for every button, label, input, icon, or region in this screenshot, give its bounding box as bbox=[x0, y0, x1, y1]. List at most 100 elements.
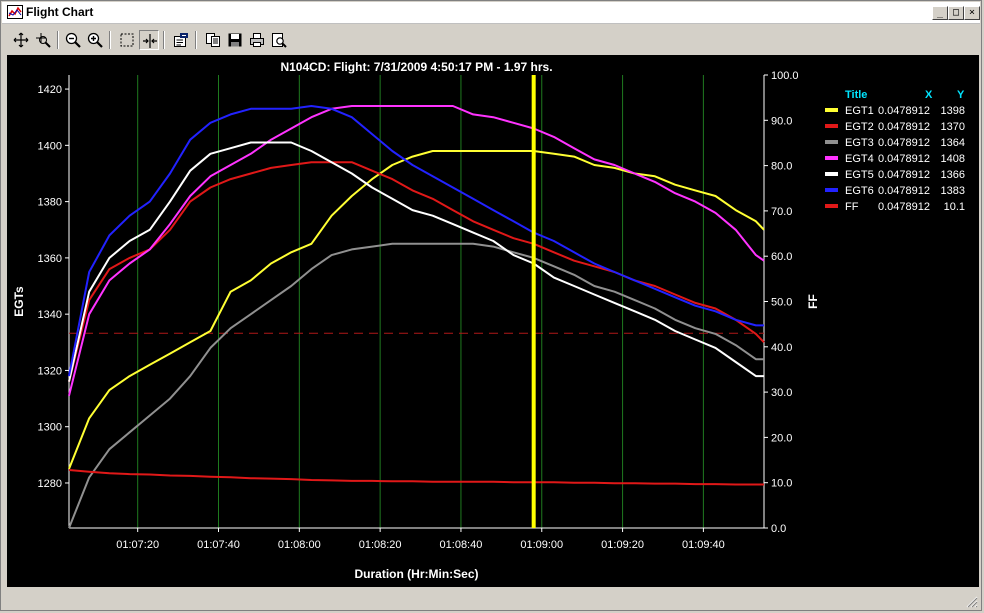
x-tick-label: 01:07:20 bbox=[116, 539, 159, 551]
x-tick-label: 01:08:40 bbox=[440, 539, 483, 551]
legend-entry-y: 10.1 bbox=[944, 201, 965, 213]
y2-tick-label: 20.0 bbox=[771, 432, 792, 444]
y2-tick-label: 30.0 bbox=[771, 387, 792, 399]
legend-entry-y: 1366 bbox=[941, 169, 965, 181]
maximize-button[interactable]: □ bbox=[948, 6, 964, 20]
legend-entry-y: 1383 bbox=[941, 185, 965, 197]
legend-entry-name: EGT1 bbox=[845, 105, 874, 117]
legend-entry-y: 1398 bbox=[941, 105, 965, 117]
title-bar[interactable]: Flight Chart _ □ × bbox=[2, 2, 980, 24]
series-line-ff bbox=[68, 469, 764, 486]
y2-tick-label: 60.0 bbox=[771, 251, 792, 263]
legend-entry-y: 1364 bbox=[941, 137, 965, 149]
legend-swatch-egt2 bbox=[825, 124, 838, 128]
toolbar-separator bbox=[195, 31, 197, 49]
zoom-box-icon bbox=[36, 33, 51, 48]
y2-tick-label: 0.0 bbox=[771, 523, 786, 535]
toolbar-separator bbox=[109, 31, 111, 49]
legend-entry-x: 0.0478912 bbox=[878, 137, 930, 149]
legend-entry-x: 0.0478912 bbox=[878, 169, 930, 181]
legend-entry-x: 0.0478912 bbox=[878, 121, 930, 133]
legend-entry-name: FF bbox=[845, 201, 859, 213]
y2-tick-label: 10.0 bbox=[771, 478, 792, 490]
save-icon bbox=[228, 33, 242, 47]
y-axis-label: EGTs bbox=[12, 286, 26, 317]
status-bar bbox=[2, 591, 980, 610]
close-button[interactable]: × bbox=[964, 6, 980, 20]
legend-entry-name: EGT5 bbox=[845, 169, 874, 181]
zoom-out-button[interactable] bbox=[63, 30, 83, 50]
save-button[interactable] bbox=[225, 30, 245, 50]
chart-toolbar bbox=[5, 27, 979, 53]
zoom-box-button[interactable] bbox=[33, 30, 53, 50]
legend-entry-name: EGT2 bbox=[845, 121, 874, 133]
cursor-line-button[interactable] bbox=[139, 30, 159, 50]
chart-area[interactable]: N104CD: Flight: 7/31/2009 4:50:17 PM - 1… bbox=[7, 55, 979, 587]
y2-tick-label: 80.0 bbox=[771, 161, 792, 173]
minimize-button[interactable]: _ bbox=[932, 6, 948, 20]
series-line-egt6 bbox=[68, 105, 764, 377]
legend-swatch-egt1 bbox=[825, 108, 838, 112]
series-line-egt1 bbox=[68, 150, 765, 470]
y-tick-label: 1360 bbox=[38, 253, 62, 265]
print-icon bbox=[250, 33, 264, 47]
series-line-egt3 bbox=[68, 242, 764, 529]
legend-entry-x: 0.0478912 bbox=[878, 185, 930, 197]
legend-entry-x: 0.0478912 bbox=[878, 105, 930, 117]
y-tick-label: 1340 bbox=[38, 309, 62, 321]
y-tick-label: 1400 bbox=[38, 140, 62, 152]
legend-entry-name: EGT3 bbox=[845, 137, 874, 149]
x-tick-label: 01:09:20 bbox=[601, 539, 644, 551]
y2-axis-label: FF bbox=[806, 294, 820, 309]
properties-button[interactable] bbox=[171, 30, 191, 50]
toolbar-separator bbox=[163, 31, 165, 49]
y-tick-label: 1280 bbox=[38, 478, 62, 490]
x-tick-label: 01:08:00 bbox=[278, 539, 321, 551]
y2-tick-label: 50.0 bbox=[771, 297, 792, 309]
zoom-in-icon bbox=[87, 32, 103, 48]
y2-tick-label: 40.0 bbox=[771, 342, 792, 354]
print-preview-icon bbox=[272, 33, 287, 48]
print-preview-button[interactable] bbox=[269, 30, 289, 50]
select-box-icon bbox=[120, 33, 134, 47]
legend-entry-name: EGT6 bbox=[845, 185, 874, 197]
print-button[interactable] bbox=[247, 30, 267, 50]
legend-entry-name: EGT4 bbox=[845, 153, 874, 165]
toolbar-separator bbox=[57, 31, 59, 49]
y2-tick-label: 100.0 bbox=[771, 70, 799, 82]
y2-tick-label: 90.0 bbox=[771, 115, 792, 127]
x-tick-label: 01:09:00 bbox=[520, 539, 563, 551]
x-tick-label: 01:09:40 bbox=[682, 539, 725, 551]
legend-entry-y: 1370 bbox=[941, 121, 965, 133]
flight-chart[interactable]: N104CD: Flight: 7/31/2009 4:50:17 PM - 1… bbox=[7, 55, 979, 587]
legend-swatch-egt6 bbox=[825, 188, 838, 192]
y-tick-label: 1380 bbox=[38, 197, 62, 209]
legend-entry-x: 0.0478912 bbox=[878, 201, 930, 213]
zoom-in-button[interactable] bbox=[85, 30, 105, 50]
legend-entry-y: 1408 bbox=[941, 153, 965, 165]
legend-swatch-egt5 bbox=[825, 172, 838, 176]
flight-chart-window: Flight Chart _ □ × N104CD: Flight: 7/31/… bbox=[0, 0, 982, 611]
select-box-button[interactable] bbox=[117, 30, 137, 50]
y-tick-label: 1420 bbox=[38, 84, 62, 96]
legend-swatch-egt3 bbox=[825, 140, 838, 144]
window-title: Flight Chart bbox=[26, 5, 94, 19]
y-tick-label: 1320 bbox=[38, 365, 62, 377]
chart-app-icon bbox=[7, 5, 23, 19]
legend-entry-x: 0.0478912 bbox=[878, 153, 930, 165]
legend-header-y: Y bbox=[957, 89, 965, 101]
resize-grip-icon[interactable] bbox=[965, 595, 978, 608]
pan-icon bbox=[13, 32, 29, 48]
y-tick-label: 1300 bbox=[38, 422, 62, 434]
zoom-out-icon bbox=[65, 32, 81, 48]
y2-tick-label: 70.0 bbox=[771, 206, 792, 218]
pan-button[interactable] bbox=[11, 30, 31, 50]
legend-swatch-ff bbox=[825, 204, 838, 208]
legend-header-title: Title bbox=[845, 89, 867, 101]
x-tick-label: 01:07:40 bbox=[197, 539, 240, 551]
cursor-line-icon bbox=[143, 34, 157, 48]
chart-title: N104CD: Flight: 7/31/2009 4:50:17 PM - 1… bbox=[280, 60, 552, 74]
x-axis-label: Duration (Hr:Min:Sec) bbox=[355, 567, 479, 581]
legend-swatch-egt4 bbox=[825, 156, 838, 160]
copy-button[interactable] bbox=[203, 30, 223, 50]
